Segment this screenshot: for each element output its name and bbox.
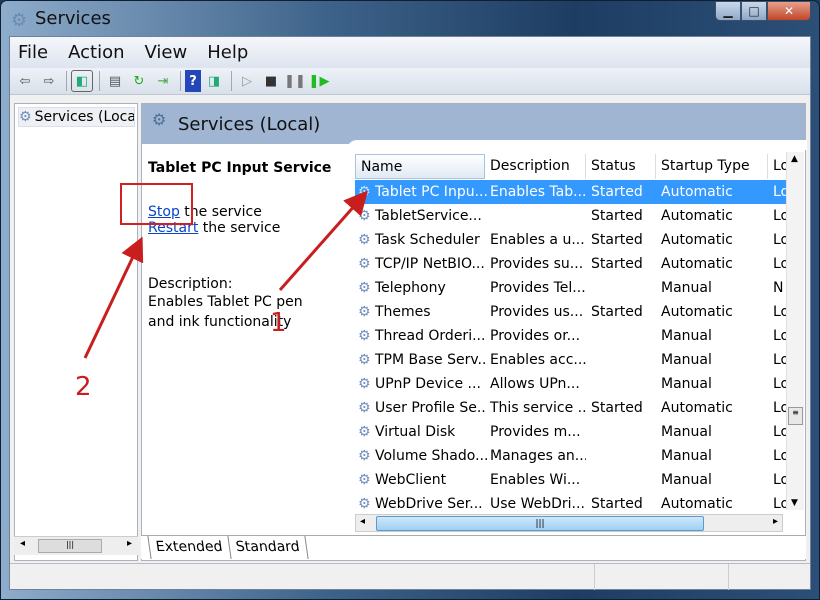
annotation-label-2: 2 xyxy=(75,372,92,402)
annotation-arrow-1 xyxy=(278,190,368,291)
annotation-label-1: 1 xyxy=(270,308,287,338)
annotation-arrow-2 xyxy=(83,236,144,359)
annotation-arrows xyxy=(83,190,368,359)
